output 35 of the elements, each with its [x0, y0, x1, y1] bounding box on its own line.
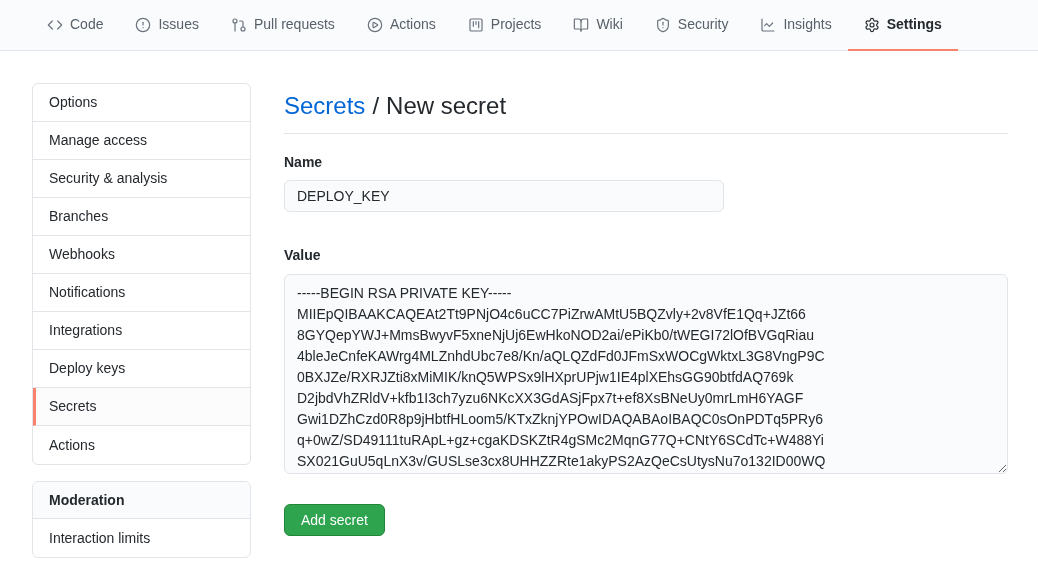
project-board-icon — [467, 16, 484, 33]
shield-icon — [654, 16, 671, 33]
breadcrumb-link[interactable]: Secrets — [284, 88, 366, 124]
field-label: Name — [284, 153, 324, 172]
sidebar-item[interactable]: Security & analysis — [33, 160, 250, 198]
name-field[interactable]: DEPLOY_KEY — [284, 180, 724, 212]
menu-heading: Moderation — [33, 482, 250, 519]
tab[interactable]: Actions — [350, 0, 452, 51]
play-icon — [366, 16, 383, 33]
tab[interactable]: Settings — [847, 0, 958, 51]
graph-icon — [760, 16, 777, 33]
tab[interactable]: Security — [638, 0, 745, 51]
settings-icon — [863, 16, 880, 33]
tab[interactable]: Wiki — [557, 0, 639, 51]
issue-icon — [135, 16, 152, 33]
sidebar-item[interactable]: Integrations — [33, 312, 250, 350]
sidebar-item[interactable]: Interaction limits — [33, 519, 250, 557]
sidebar-item[interactable]: Webhooks — [33, 236, 250, 274]
tab[interactable]: Issues — [119, 0, 215, 51]
sidebar-item[interactable]: Branches — [33, 198, 250, 236]
sidebar-item[interactable]: Options — [33, 84, 250, 122]
page-title: New secret — [386, 91, 507, 121]
tab[interactable]: Projects — [451, 0, 558, 51]
field-label: Value — [284, 246, 322, 265]
tab[interactable]: Insights — [744, 0, 848, 51]
sidebar-item[interactable]: Manage access — [33, 122, 250, 160]
pull-request-icon — [230, 16, 247, 33]
sidebar-item[interactable]: Actions — [33, 426, 250, 464]
tab[interactable]: Code — [31, 0, 120, 51]
tab[interactable]: Pull requests — [214, 0, 351, 51]
book-icon — [573, 16, 590, 33]
breadcrumb-separator: / — [372, 91, 380, 121]
value-field[interactable]: -----BEGIN RSA PRIVATE KEY----- MIIEpQIBAAKCAQEAt2Tt9PNjO4c6uCC7PiZrwAMtU5BQZvly+2v8VfE1Qq+JZt66 8GYQepYWJ+MmsBwyvF5xneNjUj6EwHkoNOD2ai/ePiKb0/tWEGI72lOfBVGqRiau 4bleJeCnfeKAWrg4MLZnhdUbc7e8/Kn/aQLQZdFd0JFmSxWOCgWktxL3G8VngP9C 0BXJZe/RXRJZti8xMiMIK/knQ5WPSx9lHXprUPjw1IE4plXEhsGG90btfdAQ769k D2jbdVhZRldV+kfb1I3ch7yzu6NKcXX3GdASjFpx7t+ef8XsBNeUy0mrLmH6YAGF Gwi1DZhCzd0R8p9jHbtfHLoom5/KTxZknjYPOwIDAQABAoIBAQC0sOnPDTq5PRy6 q+0wZ/SD49111tuRApL+gz+cgaKDSKZtR4gSMc2MqnG77Q+CNtY6SCdTc+W488Yi SX021GuU5qLnX3v/GUSLse3cx8UHHZZRte1akyPS2AzQeCsUtysNu7o132ID00WQ — [284, 274, 1008, 474]
sidebar-item[interactable]: Notifications — [33, 274, 250, 312]
sidebar-item[interactable]: Secrets — [33, 388, 250, 426]
